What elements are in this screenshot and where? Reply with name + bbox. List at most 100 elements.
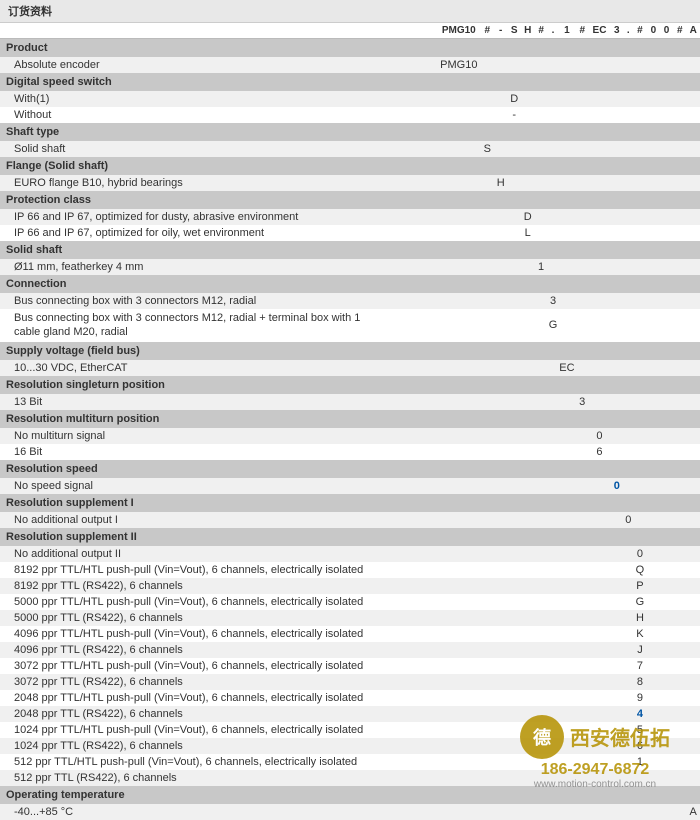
- code-cell-15: [673, 209, 686, 225]
- section-header-row: Resolution supplement II: [0, 528, 700, 546]
- code-cell-0: [437, 674, 480, 690]
- code-cell-10: [610, 626, 623, 642]
- code-cell-6: [548, 428, 559, 444]
- code-cell-16: [686, 309, 700, 342]
- code-cell-10: [610, 674, 623, 690]
- code-cell-9: [589, 309, 610, 342]
- code-cell-0: [437, 578, 480, 594]
- data-row: 3072 ppr TTL (RS422), 6 channels8: [0, 674, 700, 690]
- code-cell-16: [686, 546, 700, 562]
- code-cell-4: L: [521, 225, 535, 241]
- code-cell-16: [686, 394, 700, 410]
- code-cell-15: [673, 642, 686, 658]
- code-cell-3: [507, 706, 521, 722]
- code-cell-5: [534, 626, 547, 642]
- section-header-row: Resolution singleturn position: [0, 376, 700, 394]
- code-cell-14: [660, 444, 673, 460]
- code-cell-1: [481, 360, 494, 376]
- code-cell-1: [481, 674, 494, 690]
- section-header-row: Supply voltage (field bus): [0, 342, 700, 360]
- code-cell-5: [534, 546, 547, 562]
- code-cell-5: [534, 57, 547, 73]
- code-cell-10: [610, 546, 623, 562]
- code-cell-16: [686, 738, 700, 754]
- code-cell-13: [647, 259, 660, 275]
- code-cell-12: [633, 360, 647, 376]
- code-cell-5: [534, 658, 547, 674]
- code-cell-4: [521, 512, 535, 528]
- data-row: Bus connecting box with 3 connectors M12…: [0, 293, 700, 309]
- code-cell-8: [576, 642, 589, 658]
- code-cell-3: [507, 546, 521, 562]
- code-cell-14: [660, 754, 673, 770]
- code-cell-3: [507, 225, 521, 241]
- code-cell-6: [548, 175, 559, 191]
- data-row: No additional output II0: [0, 546, 700, 562]
- code-cell-13: [647, 626, 660, 642]
- code-cell-0: [437, 690, 480, 706]
- code-cell-8: [576, 754, 589, 770]
- section-header-row: Product: [0, 39, 700, 58]
- code-cell-6: [548, 626, 559, 642]
- code-cell-1: [481, 478, 494, 494]
- code-cell-14: [660, 57, 673, 73]
- code-cell-1: [481, 594, 494, 610]
- code-cell-13: [647, 658, 660, 674]
- code-cell-11: [623, 594, 633, 610]
- code-cell-10: [610, 512, 623, 528]
- code-cell-7: [558, 394, 575, 410]
- code-cell-10: [610, 722, 623, 738]
- code-cell-16: [686, 610, 700, 626]
- code-cell-8: [576, 309, 589, 342]
- row-label: 2048 ppr TTL/HTL push-pull (Vin=Vout), 6…: [0, 690, 388, 706]
- section-label: Resolution supplement I: [0, 494, 700, 512]
- section-label: Resolution supplement II: [0, 528, 700, 546]
- code-cell-16: [686, 658, 700, 674]
- code-cell-10: [610, 209, 623, 225]
- code-cell-4: [521, 57, 535, 73]
- code-cell-7: [558, 107, 575, 123]
- code-cell-8: [576, 360, 589, 376]
- code-cell-12: Q: [633, 562, 647, 578]
- code-cell-13: [647, 175, 660, 191]
- code-cell-4: [521, 770, 535, 786]
- data-row: 2048 ppr TTL (RS422), 6 channels4: [0, 706, 700, 722]
- code-cell-4: [521, 578, 535, 594]
- code-cell-13: [647, 722, 660, 738]
- section-header-row: Protection class: [0, 191, 700, 209]
- code-cell-4: [521, 175, 535, 191]
- code-cell-2: [494, 706, 508, 722]
- code-cell-5: [534, 690, 547, 706]
- code-cell-15: [673, 706, 686, 722]
- code-cell-8: [576, 804, 589, 820]
- row-label: Bus connecting box with 3 connectors M12…: [0, 309, 388, 342]
- code-cell-16: [686, 175, 700, 191]
- code-cell-15: [673, 444, 686, 460]
- code-cell-3: [507, 394, 521, 410]
- section-label: Resolution singleturn position: [0, 376, 700, 394]
- data-row: 5000 ppr TTL (RS422), 6 channelsH: [0, 610, 700, 626]
- code-cell-0: [437, 594, 480, 610]
- section-label: Connection: [0, 275, 700, 293]
- row-label: Solid shaft: [0, 141, 388, 157]
- code-cell-3: [507, 674, 521, 690]
- code-cell-6: [548, 594, 559, 610]
- code-cell-1: [481, 259, 494, 275]
- code-cell-3: [507, 562, 521, 578]
- code-cell-8: [576, 428, 589, 444]
- data-row: 4096 ppr TTL (RS422), 6 channelsJ: [0, 642, 700, 658]
- code-cell-2: [494, 309, 508, 342]
- code-cell-5: [534, 512, 547, 528]
- code-cell-11: [623, 754, 633, 770]
- row-label: 4096 ppr TTL/HTL push-pull (Vin=Vout), 6…: [0, 626, 388, 642]
- code-cell-6: [548, 209, 559, 225]
- code-cell-15: [673, 478, 686, 494]
- row-label: No speed signal: [0, 478, 388, 494]
- code-cell-3: [507, 770, 521, 786]
- code-cell-2: [494, 57, 508, 73]
- code-cell-4: [521, 626, 535, 642]
- code-cell-12: 4: [633, 706, 647, 722]
- data-row: No additional output I0: [0, 512, 700, 528]
- data-row: 3072 ppr TTL/HTL push-pull (Vin=Vout), 6…: [0, 658, 700, 674]
- code-cell-4: [521, 91, 535, 107]
